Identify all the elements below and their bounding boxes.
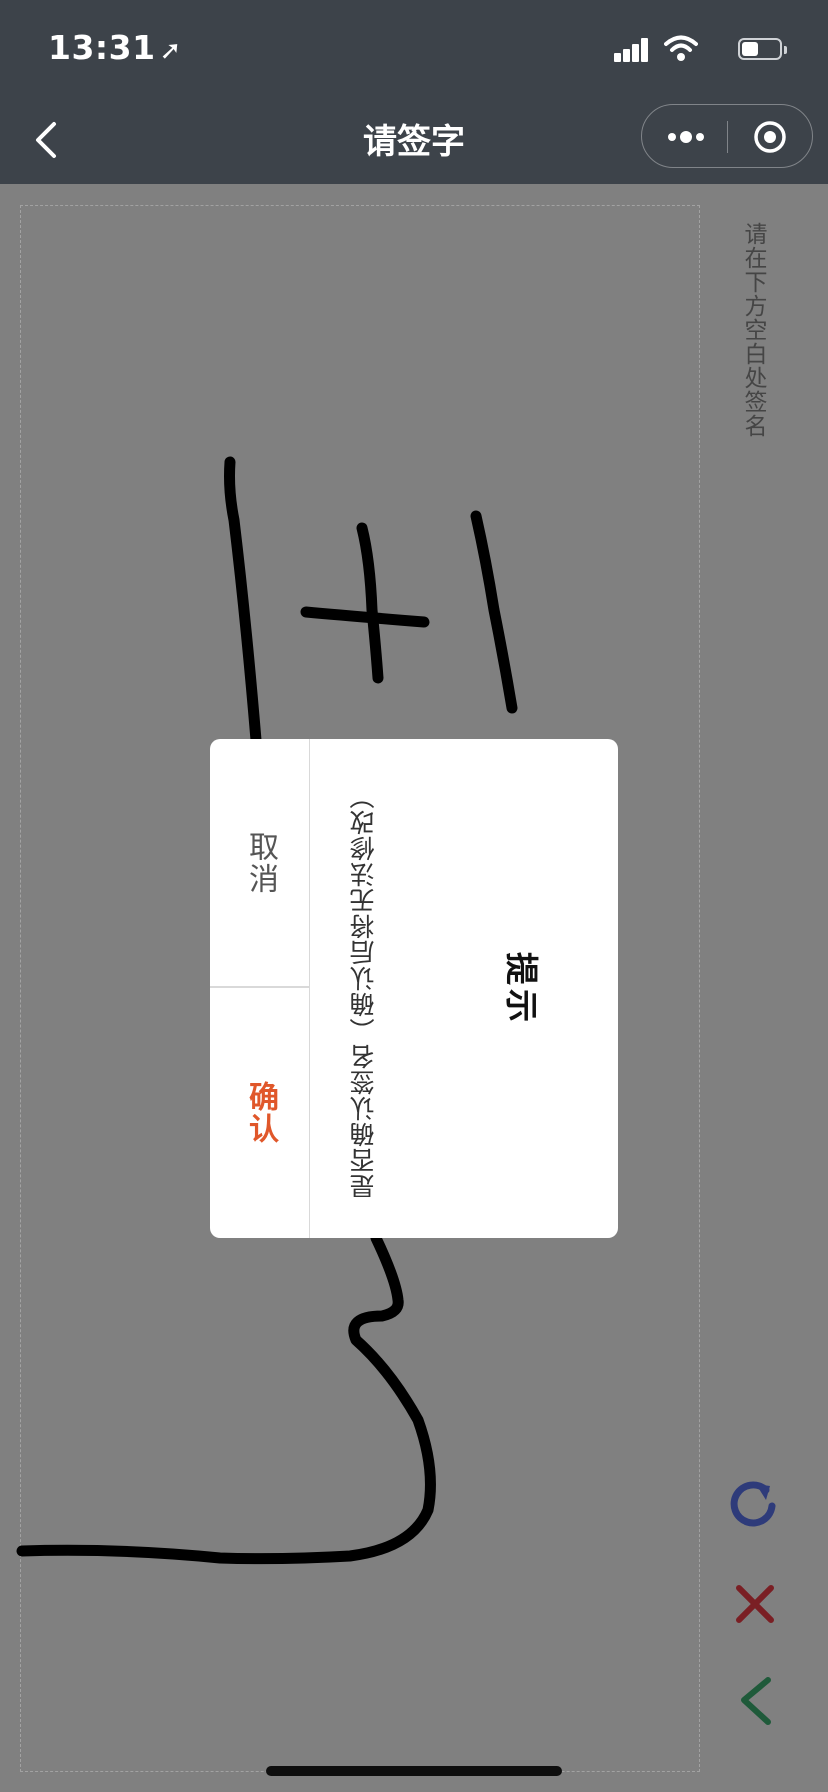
chevron-left-icon[interactable] — [730, 1672, 786, 1728]
nav-bar: 请签字 — [0, 96, 828, 184]
cancel-button[interactable]: 取消 — [210, 739, 310, 986]
confirm-dialog: 取消 确认 是否确认签名（确认后将无法修改） 提示 — [210, 739, 618, 1238]
wifi-icon — [664, 35, 698, 61]
status-bar: 13:31 ➚ — [0, 0, 828, 96]
dialog-button-column: 取消 确认 — [210, 739, 310, 1238]
redo-icon[interactable] — [726, 1474, 782, 1530]
clock-text: 13:31 — [48, 28, 156, 67]
home-indicator — [266, 1766, 562, 1776]
location-arrow-icon: ➚ — [159, 36, 182, 66]
close-x-icon[interactable] — [727, 1576, 783, 1632]
cancel-button-label: 取消 — [243, 830, 278, 895]
signature-hint: 请在下方空白处签名 — [740, 222, 766, 438]
capsule-divider — [727, 121, 728, 153]
target-circle-icon[interactable] — [752, 119, 788, 155]
status-time: 13:31 ➚ — [48, 28, 182, 67]
confirm-button-label: 确认 — [243, 1080, 278, 1145]
battery-icon — [738, 38, 787, 60]
mini-program-capsule — [641, 104, 813, 168]
dialog-title: 提示 — [502, 952, 541, 1026]
dialog-message: 是否确认签名（确认后将无法修改） — [349, 783, 378, 1199]
status-icons — [590, 34, 790, 64]
more-dots-icon[interactable] — [666, 123, 710, 151]
dialog-title-wrap: 提示 — [494, 939, 554, 1039]
cellular-signal-icon — [614, 38, 650, 62]
confirm-button[interactable]: 确认 — [210, 987, 310, 1238]
